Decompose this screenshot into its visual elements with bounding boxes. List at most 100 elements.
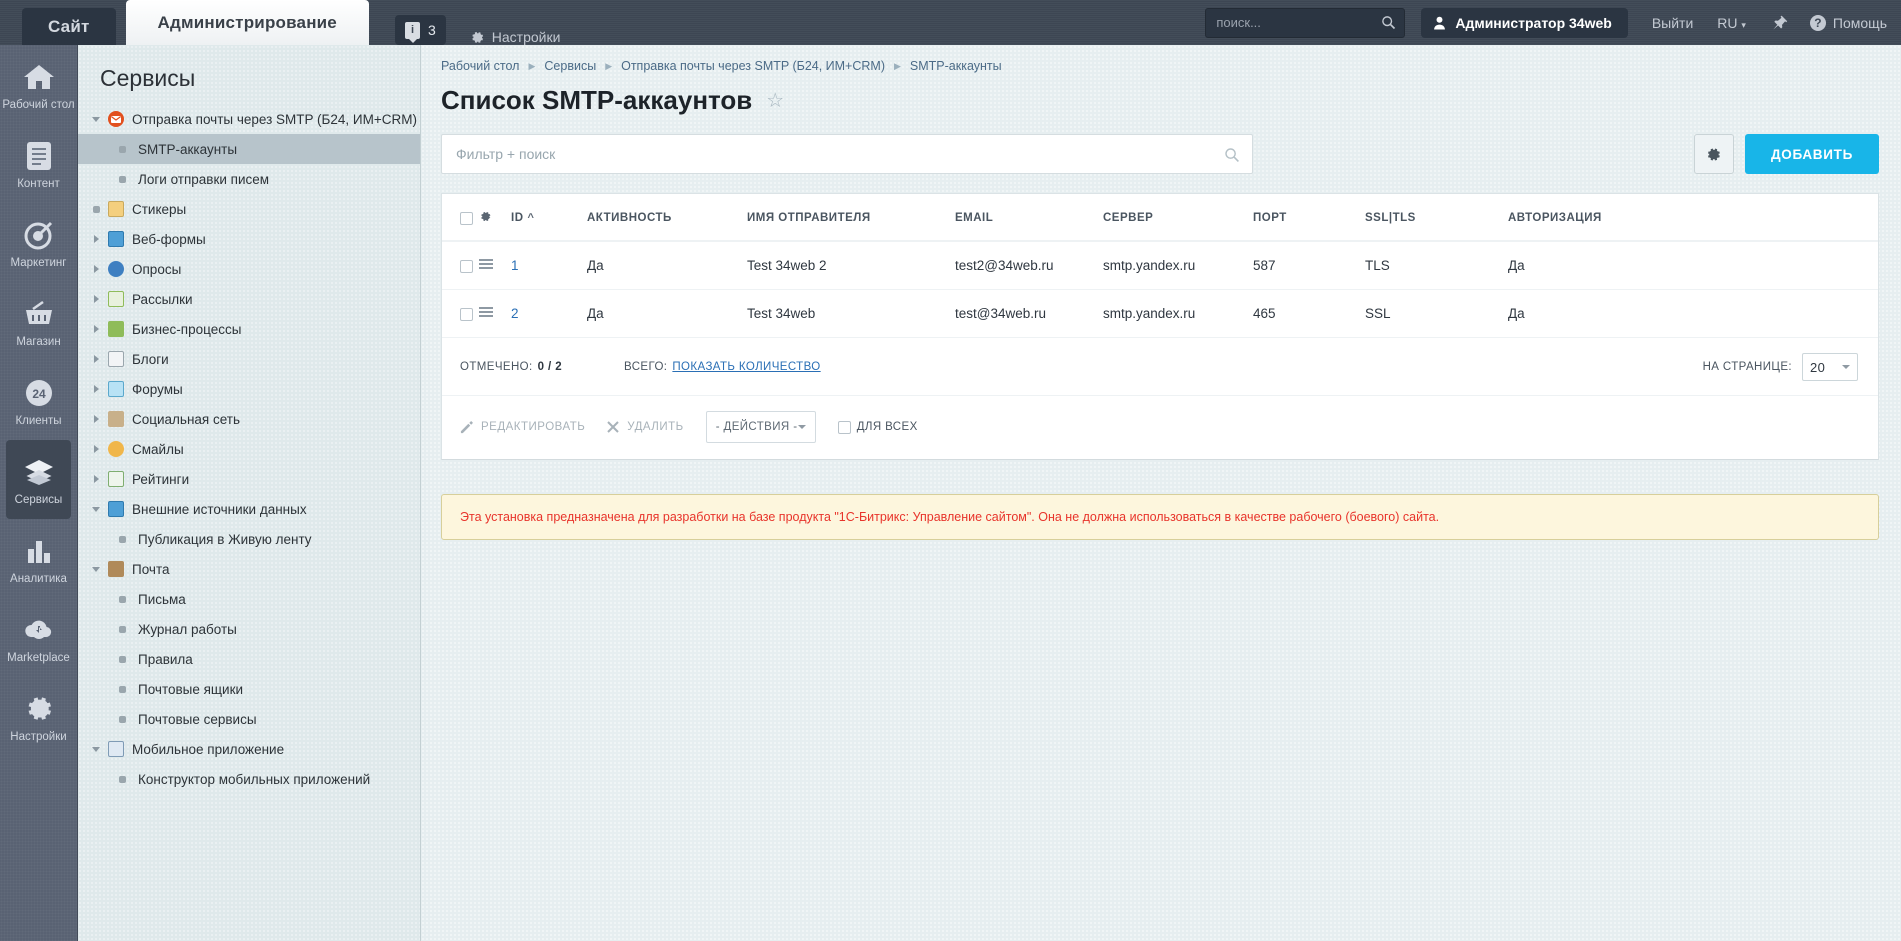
column-header-server[interactable]: СЕРВЕР [1103, 194, 1253, 242]
chevron-right-icon[interactable] [88, 235, 104, 243]
tree-node-mail-services[interactable]: Почтовые сервисы [78, 704, 420, 734]
column-header-auth[interactable]: АВТОРИЗАЦИЯ [1508, 194, 1878, 242]
star-icon[interactable]: ☆ [766, 88, 784, 113]
row-checkbox[interactable] [460, 259, 473, 273]
tree-node-mobile-app[interactable]: Мобильное приложение [78, 734, 420, 764]
row-id-link[interactable]: 2 [511, 306, 519, 321]
tab-site[interactable]: Сайт [22, 8, 116, 45]
top-bar: Сайт Администрирование i 3 Настройки Адм [0, 0, 1901, 45]
breadcrumb-item-desktop[interactable]: Рабочий стол [441, 59, 519, 73]
row-checkbox[interactable] [460, 307, 473, 321]
select-all-checkbox[interactable] [460, 211, 473, 225]
sidebar-item-content[interactable]: Контент [0, 124, 77, 203]
table-row[interactable]: 2 Да Test 34web test@34web.ru smtp.yande… [442, 289, 1878, 338]
rating-plus-icon [108, 471, 124, 487]
tree-node-livefeed-publication[interactable]: Публикация в Живую ленту [78, 524, 420, 554]
sidebar-item-clients[interactable]: 24 Клиенты [0, 361, 77, 440]
column-header-email[interactable]: EMAIL [955, 194, 1103, 242]
bullet-icon [119, 655, 126, 663]
help-label: Помощь [1832, 14, 1887, 31]
row-actions-menu-icon[interactable] [479, 306, 493, 321]
gear-icon[interactable] [479, 210, 492, 223]
tree-node-polls[interactable]: Опросы [78, 254, 420, 284]
tree-node-rules[interactable]: Правила [78, 644, 420, 674]
sidebar-item-shop[interactable]: Магазин [0, 282, 77, 361]
people-icon [108, 411, 124, 427]
chevron-down-icon[interactable] [88, 566, 104, 572]
sidebar-item-clients-label: Клиенты [15, 415, 62, 427]
tree-node-mobile-app-builder[interactable]: Конструктор мобильных приложений [78, 764, 420, 794]
chevron-right-icon[interactable] [88, 295, 104, 303]
notifications-counter-button[interactable]: i 3 [394, 15, 446, 45]
tab-admin[interactable]: Администрирование [125, 0, 369, 45]
column-header-active[interactable]: АКТИВНОСТЬ [587, 194, 747, 242]
tree-node-label: Веб-формы [132, 231, 206, 247]
tree-node-stickers[interactable]: Стикеры [78, 194, 420, 224]
logout-link[interactable]: Выйти [1652, 15, 1693, 31]
chevron-right-icon[interactable] [88, 265, 104, 273]
help-link[interactable]: ? Помощь [1809, 14, 1887, 31]
per-page-select[interactable]: 20 [1802, 353, 1858, 381]
delete-button[interactable]: УДАЛИТЬ [607, 421, 683, 433]
tree-node-external-data-sources[interactable]: Внешние источники данных [78, 494, 420, 524]
sidebar-item-marketing[interactable]: Маркетинг [0, 203, 77, 282]
filter-search-input[interactable] [442, 135, 1252, 173]
delete-label: УДАЛИТЬ [627, 421, 684, 433]
chevron-right-icon[interactable] [88, 445, 104, 453]
global-search-input[interactable] [1205, 7, 1406, 38]
tree-node-forums[interactable]: Форумы [78, 374, 420, 404]
column-header-id[interactable]: ID ^ [511, 194, 587, 242]
tree-node-smiles[interactable]: Смайлы [78, 434, 420, 464]
tree-node-ratings[interactable]: Рейтинги [78, 464, 420, 494]
column-header-ssl[interactable]: SSL|TLS [1365, 194, 1508, 242]
for-all-checkbox[interactable] [837, 420, 851, 434]
language-switcher[interactable]: RU ▾ [1717, 15, 1746, 31]
grid-settings-button[interactable] [1693, 134, 1734, 174]
tree-node-mail[interactable]: Почта [78, 554, 420, 584]
tree-node-mailboxes[interactable]: Почтовые ящики [78, 674, 420, 704]
add-button[interactable]: ДОБАВИТЬ [1744, 134, 1879, 174]
sidebar-item-marketplace[interactable]: Marketplace [0, 598, 77, 677]
column-header-sender-name[interactable]: ИМЯ ОТПРАВИТЕЛЯ [747, 194, 955, 242]
sidebar-item-analytics[interactable]: Аналитика [0, 519, 77, 598]
bullet-icon [119, 145, 126, 153]
sidebar-item-desktop[interactable]: Рабочий стол [0, 45, 77, 124]
tree-node-smtp-accounts[interactable]: SMTP-аккаунты [78, 134, 420, 164]
sidebar-item-services[interactable]: Сервисы [6, 440, 71, 519]
row-actions-menu-icon[interactable] [479, 258, 493, 273]
for-all-toggle[interactable]: ДЛЯ ВСЕХ [837, 420, 918, 434]
search-icon[interactable] [1224, 147, 1240, 163]
tree-node-letters[interactable]: Письма [78, 584, 420, 614]
tree-node-worklog[interactable]: Журнал работы [78, 614, 420, 644]
tree-node-newsletters[interactable]: Рассылки [78, 284, 420, 314]
user-menu-button[interactable]: Администратор 34web [1421, 7, 1628, 38]
breadcrumb-item-services[interactable]: Сервисы [544, 59, 596, 73]
tree-node-blogs[interactable]: Блоги [78, 344, 420, 374]
tree-node-business-processes[interactable]: Бизнес-процессы [78, 314, 420, 344]
table-row[interactable]: 1 Да Test 34web 2 test2@34web.ru smtp.ya… [442, 241, 1878, 290]
breadcrumb-item-smtp-accounts[interactable]: SMTP-аккаунты [910, 59, 1002, 73]
edit-button[interactable]: РЕДАКТИРОВАТЬ [460, 420, 585, 434]
main-content: Рабочий стол ▶ Сервисы ▶ Отправка почты … [421, 45, 1901, 941]
tree-node-social-network[interactable]: Социальная сеть [78, 404, 420, 434]
chevron-right-icon[interactable] [88, 355, 104, 363]
breadcrumb-item-smtp-sending[interactable]: Отправка почты через SMTP (Б24, ИМ+CRM) [621, 59, 885, 73]
top-settings-link[interactable]: Настройки [470, 29, 560, 45]
chevron-right-icon[interactable] [88, 385, 104, 393]
actions-select[interactable]: - ДЕЙСТВИЯ - [705, 411, 816, 443]
chevron-down-icon[interactable] [88, 506, 104, 512]
chevron-down-icon[interactable] [88, 746, 104, 752]
sidebar-item-settings[interactable]: Настройки [0, 677, 77, 756]
tree-node-webforms[interactable]: Веб-формы [78, 224, 420, 254]
pin-icon[interactable] [1770, 14, 1788, 32]
show-count-link[interactable]: ПОКАЗАТЬ КОЛИЧЕСТВО [672, 361, 820, 373]
row-id-link[interactable]: 1 [511, 258, 519, 273]
tree-node-send-logs[interactable]: Логи отправки писем [78, 164, 420, 194]
chevron-right-icon[interactable] [88, 415, 104, 423]
chevron-right-icon[interactable] [88, 325, 104, 333]
chevron-down-icon[interactable] [88, 116, 104, 122]
bar-chart-icon [2, 533, 75, 569]
tree-node-smtp-sending[interactable]: Отправка почты через SMTP (Б24, ИМ+CRM) [78, 104, 420, 134]
column-header-port[interactable]: ПОРТ [1253, 194, 1365, 242]
chevron-right-icon[interactable] [88, 475, 104, 483]
